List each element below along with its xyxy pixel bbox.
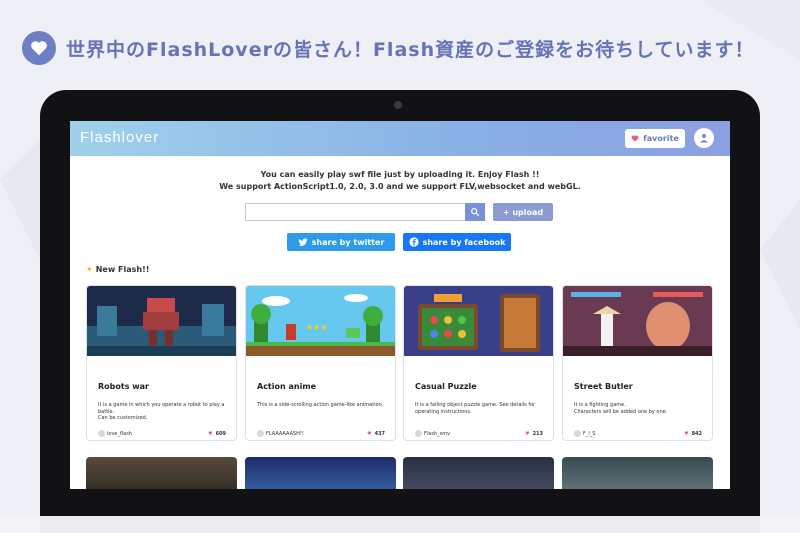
author-name: love_flash [107,430,132,437]
promo-headline: 世界中のFlashLoverの皆さん！Flash資産のご登録をお待ちしています！ [22,30,755,66]
heart-icon: ♥ [684,430,689,437]
search-input[interactable] [245,203,465,221]
flash-card-thumbnail-partial[interactable] [245,457,396,489]
share-facebook-button[interactable]: share by facebook [403,233,511,251]
like-count[interactable]: ♥ 213 [525,431,543,437]
laptop-base [0,516,800,533]
card-title[interactable]: Street Butler [574,382,633,391]
share-twitter-label: share by twitter [311,237,385,247]
card-title[interactable]: Casual Puzzle [415,382,477,391]
card-footer: F_l_S ♥ 842 [574,430,702,437]
heart-badge-icon [22,31,56,65]
author-name: Flash_smv [424,430,451,437]
app-logo[interactable]: Flashlover [80,129,159,146]
share-facebook-label: share by facebook [422,237,506,247]
intro-text: You can easily play swf file just by upl… [70,169,730,193]
heart-icon [631,135,639,142]
intro-line-1: You can easily play swf file just by upl… [260,170,540,179]
like-value: 437 [374,430,385,437]
like-count[interactable]: ♥ 842 [684,431,702,437]
flash-card[interactable]: Street Butler It is a fighting game. Cha… [562,285,713,441]
search-button[interactable] [465,203,485,221]
card-author[interactable]: love_flash [98,430,132,437]
card-author[interactable]: F_l_S [574,430,595,437]
card-footer: Flash_smv ♥ 213 [415,430,543,437]
like-value: 609 [215,430,226,437]
flash-card-thumbnail-partial[interactable] [403,457,554,489]
card-thumbnail [563,286,712,356]
facebook-icon [408,237,419,247]
author-name: F_l_S [583,430,596,437]
svg-text:★★★: ★★★ [306,323,328,332]
like-value: 842 [691,430,702,437]
card-thumbnail: ★★★ [246,286,395,356]
like-count[interactable]: ♥ 437 [367,431,385,437]
card-description: This is a side-scrolling action game-lik… [257,402,384,408]
flash-card-thumbnail-partial[interactable] [86,457,237,489]
upload-button[interactable]: + upload [493,203,553,221]
favorite-label: favorite [643,134,679,143]
card-author[interactable]: FLAAAAAASH!! [257,430,304,437]
favorite-button[interactable]: favorite [625,129,685,148]
flash-card[interactable]: Robots war It is a game in which you ope… [86,285,237,441]
card-description: It is a game in which you operate a robo… [98,402,225,421]
camera-icon [394,101,402,109]
card-thumbnail [404,286,553,356]
card-title[interactable]: Action anime [257,382,316,391]
card-footer: love_flash ♥ 609 [98,430,226,437]
card-footer: FLAAAAAASH!! ♥ 437 [257,430,385,437]
search-icon [471,208,480,217]
headline-text: 世界中のFlashLoverの皆さん！Flash資産のご登録をお待ちしています！ [66,38,755,61]
card-description: It is a fighting game. Characters will b… [574,402,668,415]
share-twitter-button[interactable]: share by twitter [287,233,395,251]
sparkle-icon: ✦ [86,265,93,274]
avatar [574,430,581,437]
heart-icon: ♥ [367,430,372,437]
app-header: Flashlover favorite [70,121,730,156]
twitter-icon [298,237,308,246]
avatar [98,430,105,437]
card-description: It is a falling object puzzle game. See … [415,402,536,415]
new-flash-heading: ✦ New Flash!! [86,265,149,274]
flash-card[interactable]: ★★★ Action anime This is a side-scrollin… [245,285,396,441]
like-count[interactable]: ♥ 609 [208,431,226,437]
card-thumbnail [87,286,236,356]
card-title[interactable]: Robots war [98,382,149,391]
heart-icon: ♥ [208,430,213,437]
intro-line-2: We support ActionScript1.0, 2.0, 3.0 and… [219,182,581,191]
like-value: 213 [532,430,543,437]
user-icon [700,134,708,143]
heart-icon: ♥ [525,430,530,437]
card-author[interactable]: Flash_smv [415,430,450,437]
user-avatar-button[interactable] [694,128,714,148]
laptop-screen: Flashlover favorite You can easily play … [70,121,730,489]
flash-card[interactable]: Casual Puzzle It is a falling object puz… [403,285,554,441]
author-name: FLAAAAAASH!! [266,430,304,437]
flash-card-thumbnail-partial[interactable] [562,457,713,489]
avatar [257,430,264,437]
section-title-text: New Flash!! [95,265,150,274]
avatar [415,430,422,437]
